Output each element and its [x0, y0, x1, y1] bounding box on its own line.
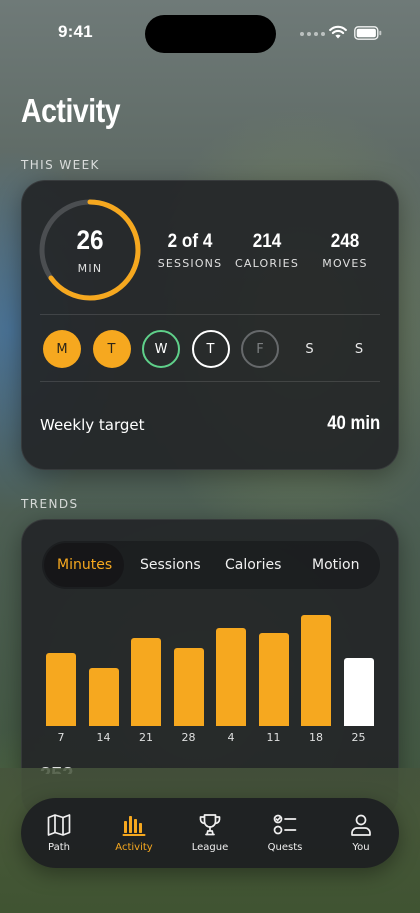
divider [40, 381, 380, 382]
weekly-target-value[interactable]: 40 min [327, 413, 380, 435]
tab-calories[interactable]: Calories [225, 557, 281, 573]
tab-minutes[interactable]: Minutes [57, 557, 112, 573]
day-t-1[interactable]: T [92, 330, 131, 368]
bar-25[interactable] [343, 657, 374, 726]
x-tick-label: 4 [227, 731, 235, 744]
x-tick-label: 7 [57, 731, 65, 744]
nav-label: Activity [115, 842, 153, 853]
x-tick-label: 18 [309, 731, 323, 744]
section-label-trends: TRENDS [21, 497, 79, 511]
trends-x-axis: 7 14 21 28 4 11 18 25 [40, 731, 380, 747]
day-m-0[interactable]: M [43, 330, 81, 368]
minutes-unit: MIN [77, 262, 103, 275]
stat-value: 248 [330, 231, 360, 252]
x-tick-label: 21 [139, 731, 153, 744]
bar-chart-icon [122, 816, 146, 836]
stat-sessions: 2 of 4 SESSIONS [147, 231, 233, 270]
stat-label: CALORIES [234, 257, 300, 270]
bar-18[interactable] [301, 615, 331, 726]
stat-moves: 248 MOVES [302, 231, 388, 270]
status-time: 9:41 [58, 22, 93, 41]
section-label-this-week: THIS WEEK [21, 158, 100, 172]
battery-icon [354, 26, 382, 40]
divider [40, 314, 380, 315]
stat-value: 214 [252, 231, 282, 252]
trends-bar-chart [40, 600, 380, 726]
day-s-5[interactable]: S [291, 330, 329, 368]
nav-label: League [191, 842, 229, 853]
bar-14[interactable] [88, 668, 119, 726]
checklist-icon [273, 814, 297, 835]
stat-calories: 214 CALORIES [224, 231, 310, 270]
nav-path[interactable]: Path [24, 812, 94, 853]
nav-label: Path [48, 842, 70, 853]
x-tick-label: 28 [181, 731, 196, 744]
nav-league[interactable]: League [175, 812, 245, 853]
nav-label: You [352, 842, 370, 853]
bar-28[interactable] [173, 647, 204, 726]
bar-7[interactable] [46, 652, 76, 726]
minutes-value: 26 [76, 225, 104, 255]
stat-label: SESSIONS [157, 257, 223, 270]
stat-value: 2 of 4 [167, 231, 213, 252]
dynamic-island [145, 15, 276, 53]
wifi-icon [329, 25, 347, 39]
bar-21[interactable] [131, 637, 161, 726]
x-tick-label: 25 [351, 731, 366, 744]
person-icon [351, 814, 371, 836]
map-icon [47, 814, 71, 836]
weekday-tracker: MTWTFSS [43, 330, 378, 368]
day-s-6[interactable]: S [340, 330, 378, 368]
nav-label: Quests [267, 842, 303, 853]
tab-sessions[interactable]: Sessions [140, 557, 201, 573]
page-title: Activity [21, 92, 121, 129]
day-t-3[interactable]: T [191, 330, 230, 368]
nav-quests[interactable]: Quests [250, 812, 320, 853]
trophy-icon [199, 814, 221, 836]
stat-label: MOVES [322, 257, 368, 270]
day-w-2[interactable]: W [142, 330, 180, 368]
bar-11[interactable] [258, 632, 289, 726]
nav-you[interactable]: You [326, 812, 396, 853]
x-tick-label: 14 [96, 731, 111, 744]
bar-4[interactable] [216, 627, 246, 726]
tab-bar: Path Activity League Quests You [21, 798, 399, 868]
day-f-4[interactable]: F [241, 330, 279, 368]
x-tick-label: 11 [266, 731, 281, 744]
weekly-target-label: Weekly target [40, 416, 145, 434]
nav-activity[interactable]: Activity [99, 812, 169, 853]
tab-motion[interactable]: Motion [312, 557, 359, 573]
signal-icon [300, 32, 325, 36]
